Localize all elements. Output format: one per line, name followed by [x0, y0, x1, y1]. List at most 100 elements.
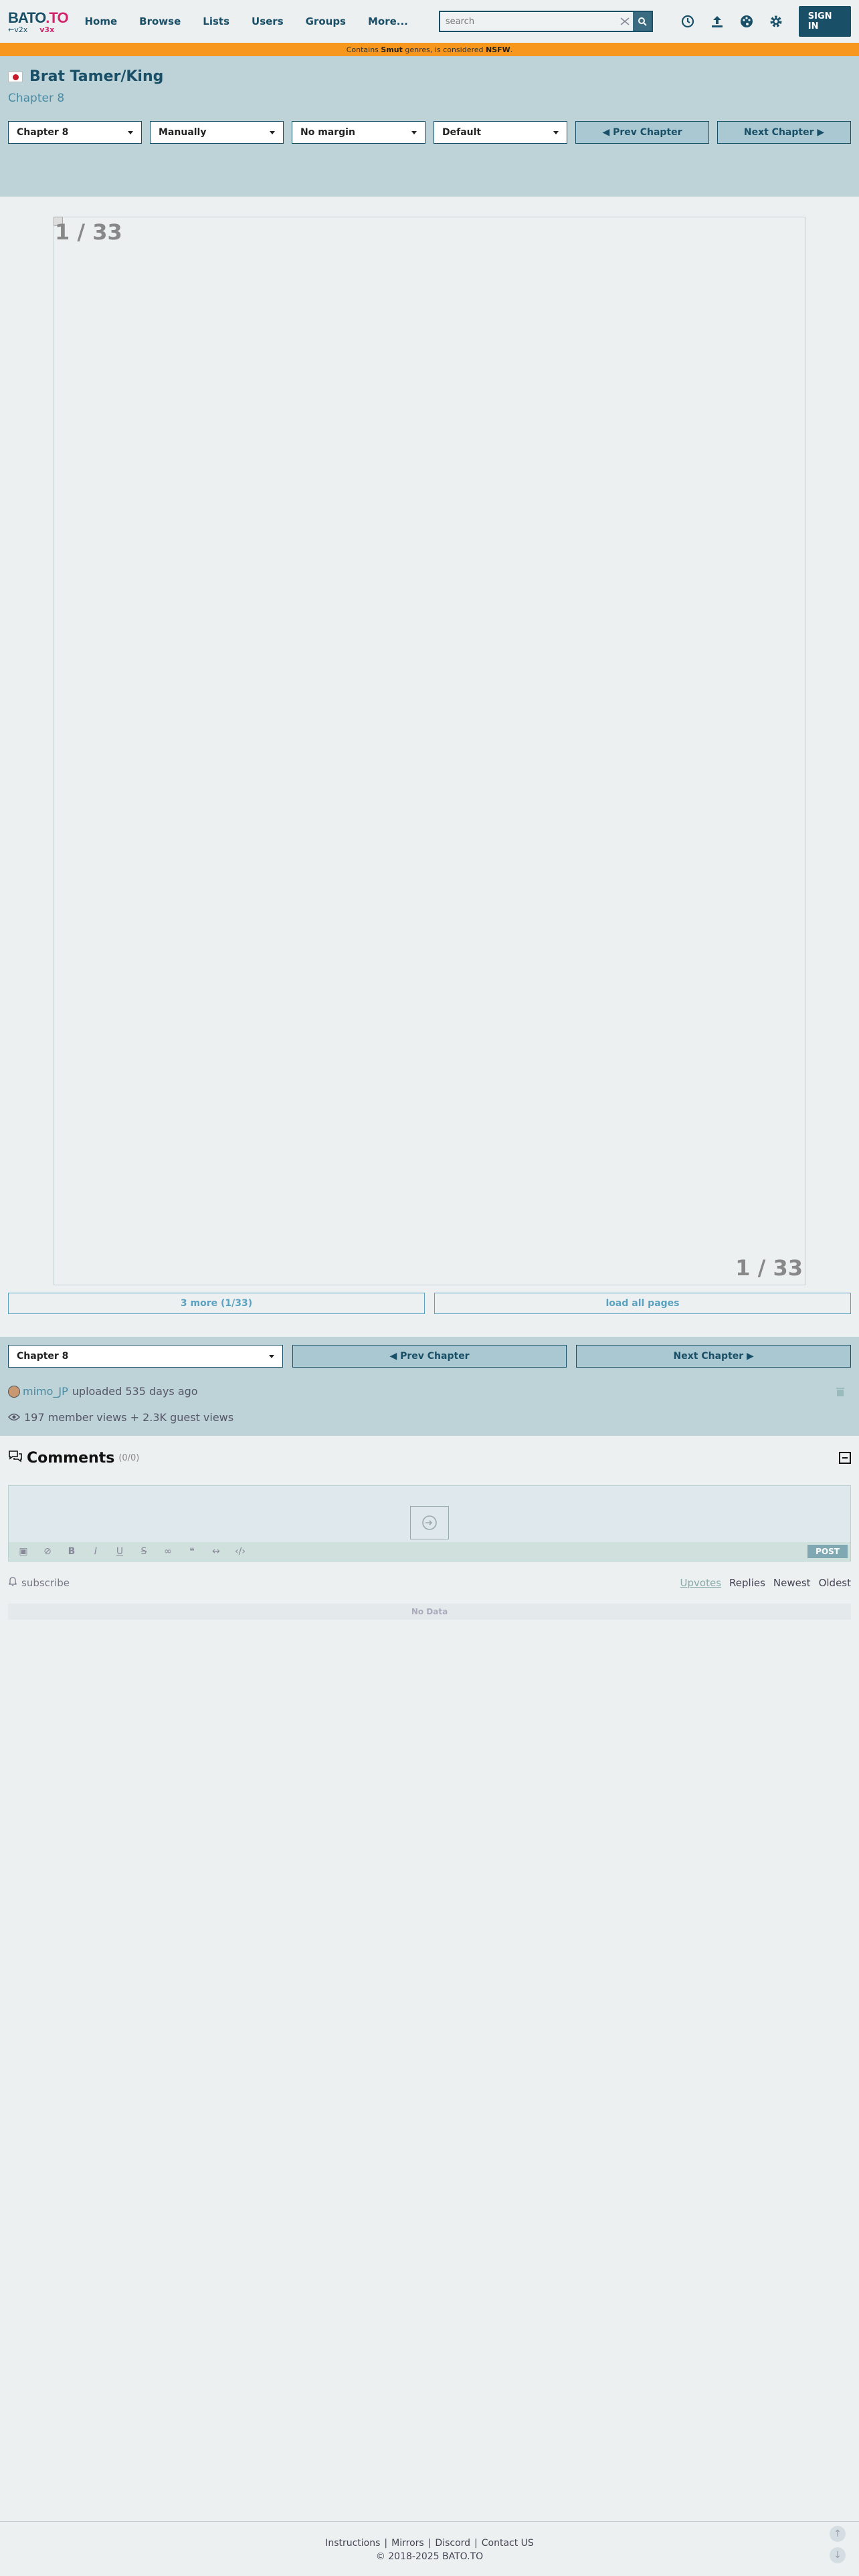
top-navbar: BATO.TO ←v2x v3x Home Browse Lists Users…	[0, 0, 859, 43]
sort-options: Upvotes Replies Newest Oldest	[680, 1577, 851, 1589]
sort-replies[interactable]: Replies	[729, 1577, 765, 1589]
gear-icon[interactable]	[768, 13, 784, 29]
chapter-title[interactable]: Chapter 8	[8, 92, 851, 105]
main-nav: Home Browse Lists Users Groups More...	[85, 15, 430, 27]
chapter-select-bottom-value: Chapter 8	[17, 1351, 69, 1362]
sort-newest[interactable]: Newest	[773, 1577, 811, 1589]
page-footer: Instructions | Mirrors | Discord | Contact US …	[0, 2521, 859, 2576]
image-icon[interactable]: ▣	[18, 1546, 29, 1557]
link-icon[interactable]: ∞	[163, 1546, 173, 1557]
logo-text: BATO	[8, 9, 46, 26]
image-mode-select[interactable]: Default	[434, 121, 567, 144]
underline-icon[interactable]: U	[114, 1546, 125, 1557]
prev-chapter-button-bottom[interactable]: ◀ Prev Chapter	[292, 1345, 567, 1368]
arrow-down-icon[interactable]: ↓	[830, 2547, 846, 2563]
search-icon[interactable]	[632, 12, 652, 31]
sort-upvotes[interactable]: Upvotes	[680, 1577, 721, 1589]
load-more-row: 3 more (1/33) load all pages	[0, 1283, 859, 1314]
upload-icon[interactable]	[709, 13, 725, 29]
nav-lists[interactable]: Lists	[203, 15, 229, 27]
load-mode-value: Manually	[159, 127, 207, 138]
upload-time: uploaded 535 days ago	[72, 1385, 198, 1398]
page-image[interactable]	[54, 217, 805, 1285]
eye-icon	[7, 1411, 21, 1424]
nav-browse[interactable]: Browse	[139, 15, 181, 27]
search-box	[438, 11, 653, 32]
next-chapter-button-bottom[interactable]: Next Chapter ▶	[576, 1345, 851, 1368]
uploader-link[interactable]: mimo_JP	[23, 1385, 68, 1398]
sign-in-button[interactable]: SIGN IN	[798, 6, 851, 37]
nsfw-notice: Contains Smut genres, is considered NSFW…	[0, 43, 859, 56]
series-title[interactable]: Brat Tamer/King	[29, 68, 163, 85]
palette-icon[interactable]	[739, 13, 755, 29]
notice-suffix: .	[510, 45, 513, 54]
nav-home[interactable]: Home	[85, 15, 118, 27]
view-count: 197 member views + 2.3K guest views	[7, 1411, 851, 1424]
no-data-message: No Data	[8, 1604, 851, 1620]
chevron-down-icon	[268, 1354, 274, 1358]
bold-icon[interactable]: B	[66, 1546, 77, 1557]
load-mode-select[interactable]: Manually	[150, 121, 284, 144]
load-all-pages-button[interactable]: load all pages	[434, 1293, 851, 1314]
comment-editor[interactable]: ▣ ⊘ B I U S ∞ ❝ ↔ ‹/› POST	[8, 1485, 851, 1562]
chevron-down-icon	[128, 130, 133, 134]
horizontal-rule-icon[interactable]: ↔	[211, 1546, 221, 1557]
chapter-select-value: Chapter 8	[17, 127, 69, 138]
header-icons	[680, 13, 784, 29]
prev-chapter-button[interactable]: ◀ Prev Chapter	[575, 121, 709, 144]
chat-icon	[8, 1449, 23, 1467]
clear-icon[interactable]	[616, 12, 633, 31]
chapter-select[interactable]: Chapter 8	[8, 121, 142, 144]
image-mode-value: Default	[442, 127, 482, 138]
next-chapter-button[interactable]: Next Chapter ▶	[717, 121, 851, 144]
nav-more[interactable]: More...	[368, 15, 408, 27]
strikethrough-icon[interactable]: S	[138, 1546, 149, 1557]
sort-oldest[interactable]: Oldest	[819, 1577, 851, 1589]
editor-toolbar: ▣ ⊘ B I U S ∞ ❝ ↔ ‹/›	[9, 1542, 850, 1561]
footer-link-contact[interactable]: Contact US	[482, 2538, 534, 2549]
chevron-down-icon	[411, 130, 417, 134]
notice-genre: Smut	[381, 45, 403, 54]
collapse-comments-icon[interactable]	[839, 1452, 851, 1464]
logo-tld: .TO	[45, 9, 68, 26]
code-icon[interactable]: ‹/›	[235, 1546, 246, 1557]
arrow-up-icon[interactable]: ↑	[830, 2526, 846, 2542]
history-icon[interactable]	[680, 13, 696, 29]
reader-controls: Chapter 8 Manually No margin Default ◀ P…	[8, 121, 851, 144]
subscribe-label: subscribe	[21, 1576, 70, 1589]
login-icon[interactable]	[410, 1506, 449, 1539]
margin-select[interactable]: No margin	[292, 121, 425, 144]
chevron-down-icon	[270, 130, 275, 134]
trash-icon[interactable]	[835, 1386, 846, 1397]
spoiler-icon[interactable]: ⊘	[42, 1546, 53, 1557]
japan-flag-icon	[8, 71, 23, 82]
comments-section: Comments (0/0) ▣ ⊘ B I U S ∞ ❝ ↔ ‹/› POS…	[0, 1436, 859, 1620]
page-indicator-top: 1 / 33	[55, 219, 122, 245]
v2x-link[interactable]: ←v2x	[8, 25, 27, 34]
search-input[interactable]	[440, 12, 617, 31]
chapter-footer: Chapter 8 ◀ Prev Chapter Next Chapter ▶ …	[0, 1337, 859, 1436]
copyright: © 2018-2025 BATO.TO	[375, 2551, 484, 2562]
site-logo[interactable]: BATO.TO ←v2x v3x	[8, 9, 76, 34]
chapter-select-bottom[interactable]: Chapter 8	[8, 1345, 283, 1368]
comments-title: Comments	[27, 1449, 115, 1467]
footer-link-mirrors[interactable]: Mirrors	[391, 2538, 424, 2549]
quote-icon[interactable]: ❝	[187, 1546, 197, 1557]
uploader-info: mimo_JP uploaded 535 days ago	[8, 1385, 851, 1398]
avatar[interactable]	[8, 1385, 20, 1398]
margin-value: No margin	[300, 127, 355, 138]
load-more-button[interactable]: 3 more (1/33)	[8, 1293, 425, 1314]
reader-area: 1 / 33 1 / 33	[0, 197, 859, 1285]
notice-nsfw-label: NSFW	[486, 45, 510, 54]
footer-link-discord[interactable]: Discord	[435, 2538, 470, 2549]
nav-users[interactable]: Users	[252, 15, 284, 27]
chevron-down-icon	[553, 130, 559, 134]
subscribe-button[interactable]: subscribe	[8, 1576, 70, 1589]
italic-icon[interactable]: I	[90, 1546, 101, 1557]
notice-prefix: Contains	[346, 45, 379, 54]
views-text: 197 member views + 2.3K guest views	[24, 1411, 234, 1424]
chapter-header: Brat Tamer/King Chapter 8 Chapter 8 Manu…	[0, 56, 859, 197]
footer-link-instructions[interactable]: Instructions	[325, 2538, 380, 2549]
nav-groups[interactable]: Groups	[306, 15, 346, 27]
post-button[interactable]: POST	[807, 1545, 848, 1558]
